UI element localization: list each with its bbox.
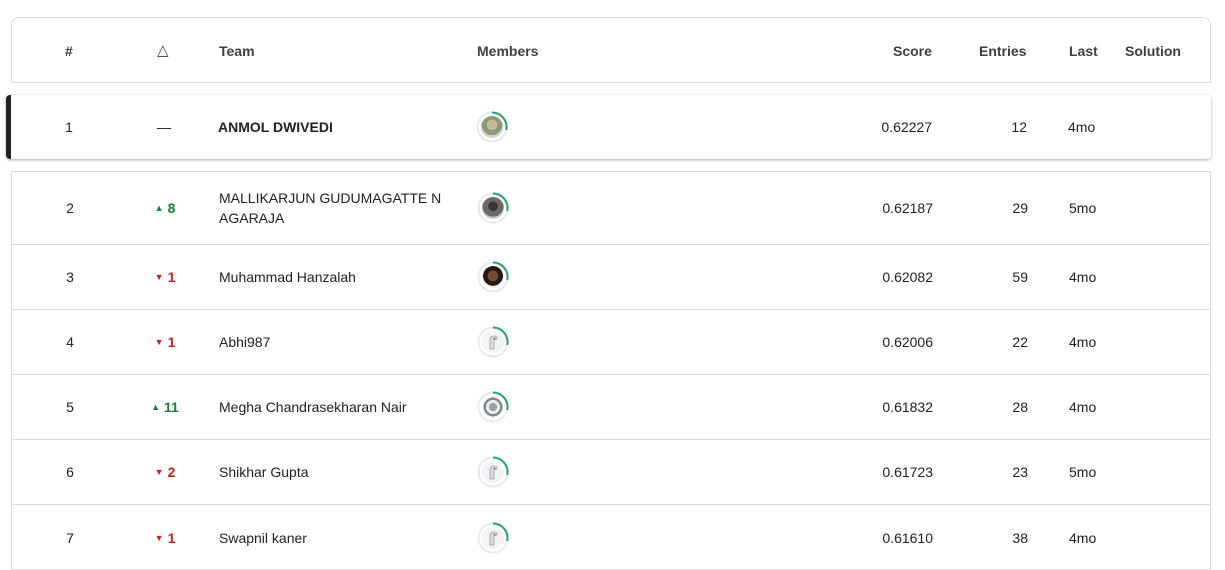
user-photo-icon	[481, 116, 503, 138]
members-cell	[477, 375, 537, 439]
delta-value: 1	[167, 269, 176, 285]
entries-cell: 38	[1012, 529, 1028, 546]
user-photo-icon	[482, 266, 504, 288]
member-avatar[interactable]	[477, 326, 509, 358]
table-row[interactable]: 5 ▲ 11 Megha Chandrasekharan Nair 0.6183…	[12, 375, 1210, 440]
rank-cell: 2	[66, 200, 74, 216]
delta-value: 11	[164, 399, 179, 415]
members-cell	[477, 505, 537, 570]
team-name[interactable]: Swapnil kaner	[219, 505, 459, 570]
members-cell	[477, 440, 537, 504]
entries-cell: 12	[1011, 119, 1027, 135]
default-avatar-icon	[482, 526, 504, 549]
entries-cell: 28	[1012, 399, 1028, 415]
team-name[interactable]: Shikhar Gupta	[219, 440, 459, 504]
members-cell	[477, 245, 537, 309]
delta-cell: ▼ 1	[128, 505, 202, 570]
header-members: Members	[477, 43, 539, 59]
leaderboard-list: 2 ▲ 8 MALLIKARJUN GUDUMAGATTE N AGARAJA …	[11, 171, 1211, 570]
member-avatar[interactable]	[477, 456, 509, 488]
team-name[interactable]: ANMOL DWIVEDI	[218, 95, 458, 159]
last-cell: 5mo	[1069, 464, 1097, 480]
team-name[interactable]: Abhi987	[219, 310, 459, 374]
arrow-down-icon: ▼	[154, 272, 164, 282]
member-avatar[interactable]	[477, 261, 509, 293]
arrow-up-icon: ▲	[154, 203, 164, 213]
rank-cell: 3	[66, 269, 74, 285]
arrow-down-icon: ▼	[154, 467, 164, 477]
score-cell: 0.62082	[882, 269, 933, 285]
score-cell: 0.61832	[882, 399, 933, 415]
members-cell	[477, 310, 537, 374]
member-avatar[interactable]	[477, 192, 509, 224]
delta-value: 2	[167, 464, 176, 480]
entries-cell: 22	[1012, 334, 1028, 350]
table-row[interactable]: 2 ▲ 8 MALLIKARJUN GUDUMAGATTE N AGARAJA …	[12, 172, 1210, 245]
last-cell: 4mo	[1069, 529, 1097, 546]
your-team-row[interactable]: 1 — ANMOL DWIVEDI 0.62227 12 4mo	[6, 95, 1211, 159]
score-cell: 0.61723	[882, 464, 933, 480]
delta-cell: ▲ 11	[128, 375, 202, 439]
table-row[interactable]: 6 ▼ 2 Shikhar Gupta 0.61723 23 5mo	[12, 440, 1210, 505]
member-avatar[interactable]	[477, 521, 509, 554]
member-avatar[interactable]	[476, 111, 508, 143]
header-score[interactable]: Score	[893, 18, 932, 84]
delta-cell: ▼ 1	[128, 310, 202, 374]
rank-cell: 7	[66, 529, 74, 546]
member-avatar[interactable]	[477, 391, 509, 423]
default-avatar-icon	[482, 331, 504, 353]
rank-cell: 4	[66, 334, 74, 350]
team-name[interactable]: Megha Chandrasekharan Nair	[219, 375, 459, 439]
header-rank[interactable]: #	[65, 18, 73, 84]
table-row[interactable]: 3 ▼ 1 Muhammad Hanzalah 0.62082 59 4mo	[12, 245, 1210, 310]
entries-cell: 29	[1012, 200, 1028, 216]
last-cell: 4mo	[1069, 334, 1097, 350]
members-cell	[477, 172, 537, 244]
delta-cell: ▲ 8	[128, 172, 202, 244]
header-solution: Solution	[1125, 43, 1181, 59]
members-cell	[476, 95, 536, 159]
leaderboard-header: # △ Team Members Score Entries Last Solu…	[11, 17, 1211, 83]
header-entries[interactable]: Entries	[979, 18, 1026, 84]
delta-value: 1	[167, 334, 176, 350]
score-cell: 0.62006	[882, 334, 933, 350]
last-cell: 4mo	[1069, 269, 1097, 285]
score-cell: 0.62227	[881, 119, 932, 135]
last-cell: 4mo	[1068, 119, 1096, 135]
score-cell: 0.61610	[882, 529, 933, 546]
team-name[interactable]: Muhammad Hanzalah	[219, 245, 459, 309]
last-cell: 4mo	[1069, 399, 1097, 415]
delta-cell: —	[157, 119, 171, 135]
entries-cell: 59	[1012, 269, 1028, 285]
user-photo-icon	[482, 197, 504, 219]
delta-cell: ▼ 2	[128, 440, 202, 504]
header-team[interactable]: Team	[219, 18, 255, 84]
arrow-down-icon: ▼	[154, 337, 164, 347]
rank-cell: 5	[66, 399, 74, 415]
entries-cell: 23	[1012, 464, 1028, 480]
last-cell: 5mo	[1069, 200, 1097, 216]
score-cell: 0.62187	[882, 200, 933, 216]
arrow-up-icon: ▲	[151, 402, 161, 412]
table-row[interactable]: 4 ▼ 1 Abhi987 0.62006 22 4mo	[12, 310, 1210, 375]
default-avatar-icon	[482, 461, 504, 483]
rank-cell: 1	[65, 119, 73, 135]
delta-value: 8	[167, 200, 176, 216]
header-last[interactable]: Last	[1069, 18, 1098, 84]
rank-cell: 6	[66, 464, 74, 480]
arrow-down-icon: ▼	[154, 532, 164, 543]
delta-cell: ▼ 1	[128, 245, 202, 309]
team-name[interactable]: MALLIKARJUN GUDUMAGATTE N AGARAJA	[219, 172, 459, 244]
table-row[interactable]: 7 ▼ 1 Swapnil kaner 0.61610 38 4mo	[12, 505, 1210, 570]
user-photo-icon	[482, 396, 504, 418]
header-delta[interactable]: △	[157, 18, 169, 84]
delta-value: 1	[167, 529, 176, 546]
